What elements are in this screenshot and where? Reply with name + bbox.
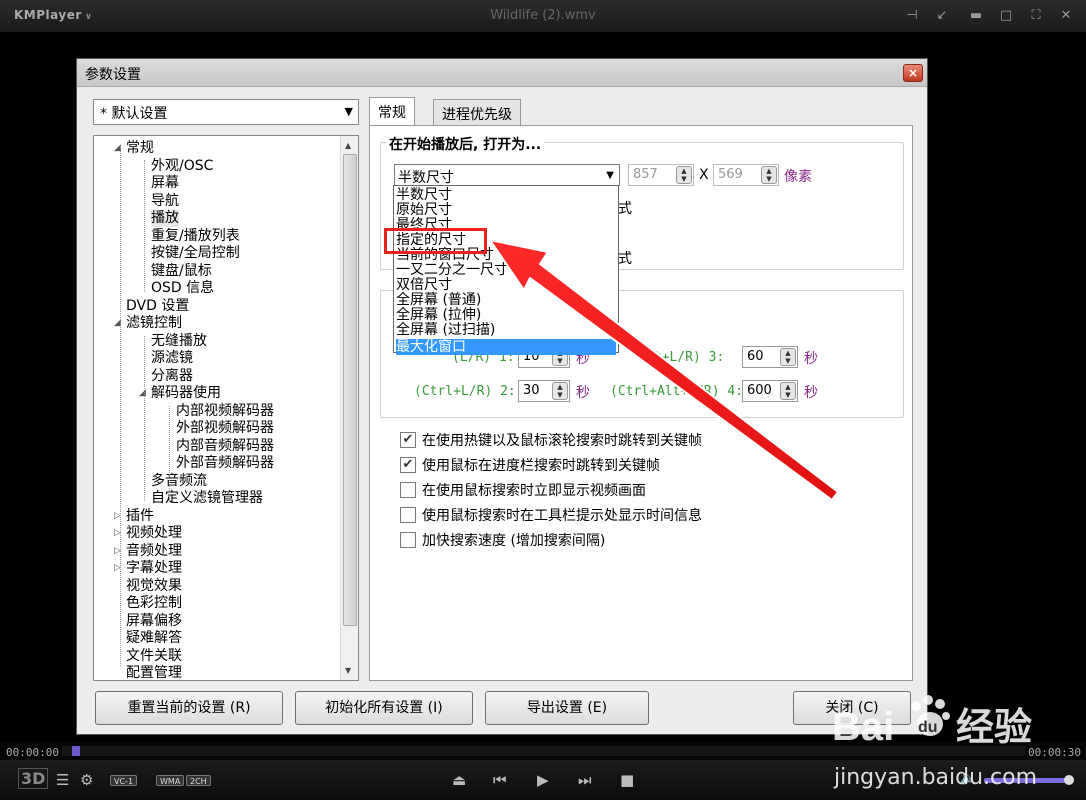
current-time: 00:00:00 (6, 746, 59, 759)
3d-mode-button[interactable]: 3D (18, 768, 49, 789)
codec-badge-video: VC-1 (110, 775, 138, 786)
baidu-watermark: Bai du 经验 jingyan.baidu.com (832, 695, 1037, 790)
watermark-brand: Bai (832, 705, 894, 749)
channel-badge: 2CH (186, 775, 211, 786)
seek-thumb[interactable] (71, 746, 80, 756)
stop-icon[interactable]: ■ (620, 771, 634, 789)
codec-badge-audio: WMA (156, 775, 185, 786)
watermark-url: jingyan.baidu.com (833, 765, 1037, 790)
settings-gear-icon[interactable]: ⚙ (80, 771, 93, 789)
play-icon[interactable]: ▶ (537, 771, 549, 789)
red-arrow (489, 239, 839, 501)
eject-icon[interactable]: ⏏ (452, 771, 466, 789)
arrow-annotation (489, 239, 839, 501)
next-icon[interactable]: ⏭ (578, 771, 592, 789)
previous-icon[interactable]: ⏮ (493, 771, 507, 789)
watermark-suffix: 经验 (956, 705, 1032, 749)
watermark-brand-2: du (918, 719, 938, 736)
playlist-icon[interactable]: ☰ (56, 771, 69, 789)
